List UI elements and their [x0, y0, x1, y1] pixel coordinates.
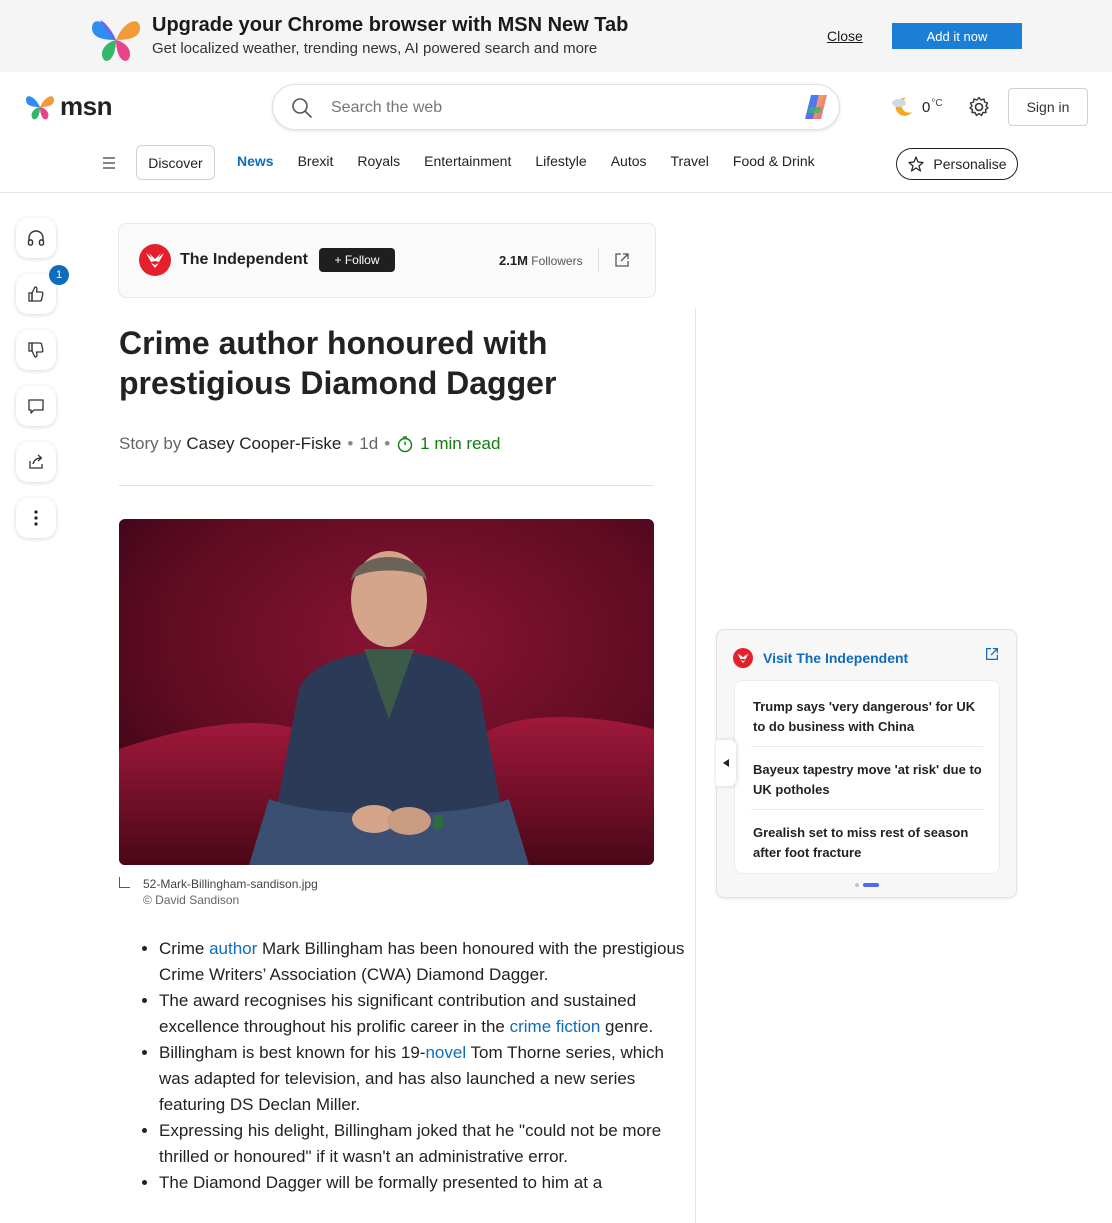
comment-icon	[28, 399, 44, 414]
list-item: The Diamond Dagger will be formally pres…	[159, 1170, 689, 1196]
article-headline: Crime author honoured with prestigious D…	[119, 325, 557, 401]
publisher-divider	[598, 248, 599, 272]
nav-link-lifestyle[interactable]: Lifestyle	[535, 153, 586, 169]
search-input[interactable]	[329, 95, 793, 121]
visit-publisher-link[interactable]: Visit The Independent	[763, 650, 908, 666]
article-photo[interactable]	[119, 519, 654, 865]
share-button[interactable]	[16, 442, 56, 482]
list-item: Crime author Mark Billingham has been ho…	[159, 936, 689, 988]
list-item: Expressing his delight, Billingham joked…	[159, 1118, 689, 1170]
nav-link-news[interactable]: News	[237, 153, 274, 169]
site-header: msn 0 °C	[0, 72, 1112, 193]
followers-number: 2.1M	[499, 253, 528, 268]
thumbs-down-icon	[28, 342, 44, 358]
add-it-now-button[interactable]: Add it now	[892, 23, 1022, 49]
list-item: The award recognises his significant con…	[159, 988, 689, 1040]
publisher-headlines-list: Trump says 'very dangerous' for UK to do…	[734, 680, 1000, 874]
byline-separator: •	[384, 434, 391, 453]
headline-item[interactable]: Trump says 'very dangerous' for UK to do…	[753, 697, 985, 737]
publisher-card: The Independent + Follow 2.1M Followers	[118, 223, 656, 298]
nav-links: News Brexit Royals Entertainment Lifesty…	[237, 153, 839, 169]
follow-label: Follow	[344, 253, 380, 267]
article-byline: Story by Casey Cooper-Fiske • 1d • 1 min…	[119, 434, 500, 454]
follow-button[interactable]: + Follow	[319, 248, 395, 272]
crime-fiction-link[interactable]: crime fiction	[510, 1017, 601, 1036]
like-count-badge: 1	[49, 265, 69, 285]
msn-butterfly-logo-icon	[92, 20, 140, 61]
hamburger-menu-icon[interactable]	[101, 156, 119, 170]
comment-button[interactable]	[16, 386, 56, 426]
column-divider	[695, 308, 696, 1223]
image-credit: © David Sandison	[143, 893, 240, 907]
promo-subtitle: Get localized weather, trending news, AI…	[152, 40, 598, 57]
followers-label: Followers	[531, 254, 583, 268]
visit-publisher-panel: Visit The Independent Trump says 'very d…	[716, 629, 1017, 898]
nav-link-royals[interactable]: Royals	[357, 153, 400, 169]
headline-item[interactable]: Grealish set to miss rest of season afte…	[753, 823, 985, 863]
nav-link-entertainment[interactable]: Entertainment	[424, 153, 511, 169]
headline-divider	[119, 485, 654, 486]
search-icon	[292, 98, 312, 118]
caret-left-icon	[723, 759, 729, 767]
msn-logo[interactable]: msn	[24, 90, 112, 122]
promo-title: Upgrade your Chrome browser with MSN New…	[152, 14, 629, 36]
timer-icon	[397, 436, 413, 453]
headphones-icon	[27, 230, 45, 246]
promo-close-link[interactable]: Close	[827, 28, 863, 44]
read-time: 1 min read	[420, 434, 501, 453]
list-separator	[751, 809, 983, 810]
msn-wordmark: msn	[60, 90, 112, 121]
nav-link-brexit[interactable]: Brexit	[298, 153, 334, 169]
dislike-button[interactable]	[16, 330, 56, 370]
promo-banner: Upgrade your Chrome browser with MSN New…	[0, 0, 1112, 72]
carousel-pagination	[855, 883, 879, 887]
nav-link-autos[interactable]: Autos	[611, 153, 647, 169]
search-box[interactable]	[272, 84, 840, 130]
novel-link[interactable]: novel	[425, 1043, 466, 1062]
carousel-dot-active[interactable]	[863, 883, 879, 887]
weather-unit: °C	[931, 97, 943, 109]
nav-link-travel[interactable]: Travel	[671, 153, 709, 169]
the-independent-eagle-logo-icon	[733, 648, 753, 668]
carousel-dot[interactable]	[855, 883, 859, 887]
article-age: 1d	[359, 434, 379, 453]
more-options-button[interactable]	[16, 498, 56, 538]
list-separator	[751, 746, 983, 747]
author-portrait-image	[119, 519, 654, 865]
nav-link-food-drink[interactable]: Food & Drink	[733, 153, 815, 169]
story-by-label: Story by	[119, 434, 182, 453]
nav-discover-button[interactable]: Discover	[136, 145, 215, 180]
msn-butterfly-icon	[26, 96, 54, 120]
personalise-label: Personalise	[933, 156, 1007, 172]
list-item: Billingham is best known for his 19-nove…	[159, 1040, 689, 1118]
headline-item[interactable]: Bayeux tapestry move 'at risk' due to UK…	[753, 760, 985, 800]
author-link[interactable]: author	[209, 939, 257, 958]
followers-count: 2.1M Followers	[499, 253, 583, 268]
external-link-icon[interactable]	[984, 646, 1000, 662]
publisher-name[interactable]: The Independent	[180, 251, 308, 269]
weather-widget[interactable]: 0 °C	[890, 94, 943, 120]
partly-cloudy-night-icon	[892, 97, 912, 116]
personalise-button[interactable]: Personalise	[896, 148, 1018, 180]
article-bullet-list: Crime author Mark Billingham has been ho…	[119, 936, 689, 1196]
caption-marker	[119, 877, 130, 888]
listen-button[interactable]	[16, 218, 56, 258]
author-name[interactable]: Casey Cooper-Fiske	[186, 434, 341, 454]
share-icon	[29, 454, 43, 469]
sign-in-button[interactable]: Sign in	[1008, 88, 1088, 126]
external-link-icon[interactable]	[613, 251, 631, 269]
copilot-icon[interactable]	[801, 93, 831, 121]
sparkle-star-icon	[908, 156, 925, 172]
gear-icon[interactable]	[968, 96, 990, 118]
weather-temperature: 0	[922, 98, 931, 116]
byline-separator: •	[347, 434, 354, 453]
image-filename: 52-Mark-Billingham-sandison.jpg	[143, 877, 318, 891]
thumbs-up-icon	[28, 286, 44, 302]
the-independent-eagle-logo-icon[interactable]	[139, 244, 171, 276]
panel-collapse-button[interactable]	[716, 740, 736, 786]
more-vertical-icon	[34, 510, 38, 526]
